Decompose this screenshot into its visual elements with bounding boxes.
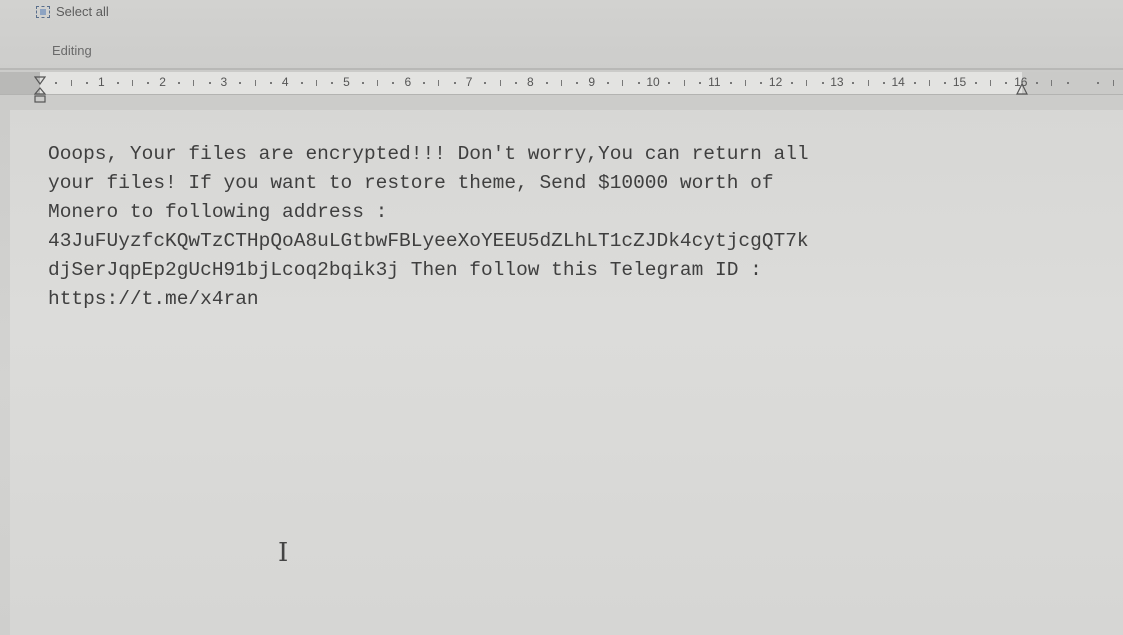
ruler-number: 11 <box>708 75 721 89</box>
ruler-tick <box>882 82 885 84</box>
ruler-tick <box>208 82 211 84</box>
ruler-number: 7 <box>465 75 473 89</box>
ribbon-divider <box>0 68 1123 70</box>
ruler-tick <box>147 82 150 84</box>
ruler-number: 6 <box>404 75 412 89</box>
ruler-tick <box>85 82 88 84</box>
ruler-tick <box>55 82 58 84</box>
ruler-tick <box>990 80 992 86</box>
right-indent-marker-icon[interactable] <box>1016 83 1028 95</box>
ruler-tick <box>668 82 671 84</box>
ribbon: Select all Editing <box>0 0 1123 70</box>
ruler-number: 4 <box>281 75 289 89</box>
document-line: Monero to following address : <box>48 201 388 223</box>
text-cursor-icon: I <box>278 538 289 568</box>
ruler-tick <box>867 80 869 86</box>
ruler-tick <box>1066 82 1069 84</box>
ruler-tick <box>515 82 518 84</box>
word-processor-window: Select all Editing 1 2 3 4 5 6 7 8 9 10 11 12 13 14 15… <box>0 0 1123 635</box>
ruler-number: 10 <box>646 75 660 89</box>
ruler-tick <box>116 82 119 84</box>
ruler-tick <box>607 82 610 84</box>
ruler-tick <box>852 82 855 84</box>
select-all-label: Select all <box>56 4 109 19</box>
ruler-tick <box>484 82 487 84</box>
ruler-tick <box>361 82 364 84</box>
ruler-tick <box>177 82 180 84</box>
ruler-tick <box>254 80 256 86</box>
ruler-tick <box>576 82 579 84</box>
ruler-tick <box>683 80 685 86</box>
ruler-tick <box>300 82 303 84</box>
document-body[interactable]: Ooops, Your files are encrypted!!! Don't… <box>48 140 1038 314</box>
ruler-tick <box>928 80 930 86</box>
ruler-tick <box>131 80 133 86</box>
horizontal-ruler[interactable]: 1 2 3 4 5 6 7 8 9 10 11 12 13 14 15 16 <box>0 72 1123 95</box>
ruler-tick <box>377 80 379 86</box>
ruler-number: 13 <box>830 75 844 89</box>
ruler-number: 14 <box>891 75 905 89</box>
ruler-tick <box>438 80 440 86</box>
ruler-tick <box>392 82 395 84</box>
ruler-number: 5 <box>343 75 350 89</box>
ruler-tick <box>790 82 793 84</box>
ruler-tick <box>806 80 808 86</box>
ruler-number: 8 <box>527 75 534 89</box>
ruler-tick <box>315 80 317 86</box>
ruler-tick <box>1036 82 1039 84</box>
ruler-tick <box>974 82 977 84</box>
ruler-tick <box>545 82 548 84</box>
ruler-tick <box>637 82 640 84</box>
ruler-tick <box>1005 82 1008 84</box>
ruler-tick <box>423 82 426 84</box>
ruler-tick <box>1051 80 1053 86</box>
ruler-tick <box>944 82 947 84</box>
ruler-number: 2 <box>159 75 166 89</box>
ruler-tick <box>760 82 763 84</box>
ruler-tick <box>269 82 272 84</box>
ruler-tick <box>561 80 563 86</box>
ruler-tick <box>331 82 334 84</box>
ruler-number: 3 <box>220 75 228 89</box>
ruler-tick <box>193 80 195 86</box>
ruler-tick <box>239 82 242 84</box>
select-all-button[interactable]: Select all <box>36 4 109 19</box>
select-all-icon <box>36 5 50 18</box>
left-indent-marker-icon[interactable] <box>34 76 46 104</box>
ruler-tick <box>1112 80 1114 86</box>
ruler-tick <box>744 80 746 86</box>
document-line: djSerJqpEp2gUcH91bjLcoq2bqik3j Then foll… <box>48 259 762 281</box>
document-line: Ooops, Your files are encrypted!!! Don't… <box>48 143 809 165</box>
ruler-tick <box>622 80 624 86</box>
ruler-number: 15 <box>952 75 967 89</box>
ruler-tick <box>729 82 732 84</box>
editing-group-label: Editing <box>52 43 92 58</box>
ruler-tick <box>821 82 824 84</box>
document-line: https://t.me/x4ran <box>48 288 259 310</box>
ruler-number: 12 <box>768 75 783 89</box>
ruler-number: 1 <box>97 75 105 89</box>
document-line: your files! If you want to restore theme… <box>48 172 774 194</box>
ruler-tick <box>499 80 501 86</box>
ruler-tick <box>913 82 916 84</box>
ruler-tick <box>70 80 72 86</box>
ruler-number: 9 <box>588 75 596 89</box>
ruler-tick <box>1097 82 1100 84</box>
ruler-tick <box>453 82 456 84</box>
ruler-tick <box>698 82 701 84</box>
document-line: 43JuFUyzfcKQwTzCTHpQoA8uLGtbwFBLyeeXoYEE… <box>48 230 809 252</box>
